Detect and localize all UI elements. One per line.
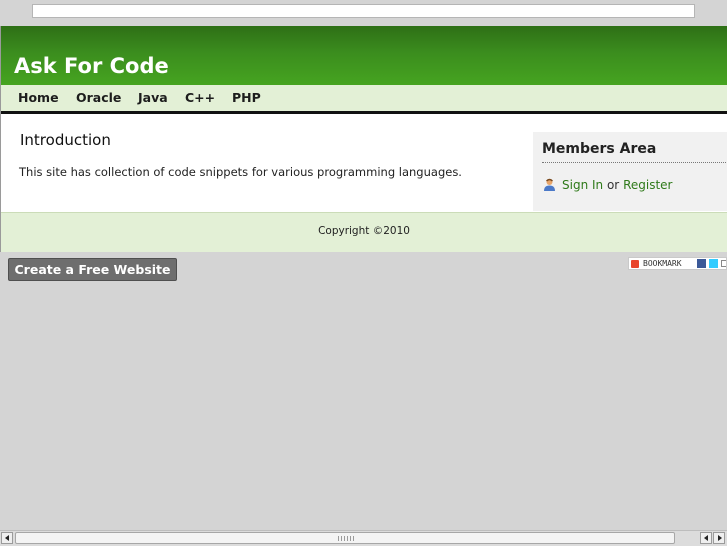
bookmark-plus-icon [631,260,639,268]
main-content: Introduction This site has collection of… [1,114,727,212]
members-divider [542,162,727,163]
grip-icon [338,536,354,541]
email-icon[interactable] [721,260,726,267]
arrow-left-icon [5,535,9,541]
user-icon [544,178,555,191]
bookmark-label: BOOKMARK [643,259,682,268]
sign-in-link[interactable]: Sign In [562,178,603,192]
facebook-icon[interactable] [697,259,706,268]
nav-item-php[interactable]: PHP [232,90,261,105]
copyright-text: Copyright ©2010 [318,225,410,237]
scrollbar-thumb[interactable] [15,532,675,544]
arrow-right-icon [718,535,722,541]
bookmark-widget[interactable]: BOOKMARK [628,257,727,270]
horizontal-scrollbar[interactable] [0,530,727,546]
top-input-field[interactable] [32,4,695,18]
intro-text: This site has collection of code snippet… [19,165,462,179]
create-free-website-button[interactable]: Create a Free Website [8,258,177,281]
scroll-right-button[interactable] [713,532,725,544]
register-link[interactable]: Register [623,178,672,192]
arrow-left-icon-secondary [704,535,708,541]
site-footer: Copyright ©2010 [1,212,727,252]
nav-item-home[interactable]: Home [18,90,59,105]
intro-title: Introduction [20,131,111,149]
top-bar [0,0,727,26]
scroll-left-button-secondary[interactable] [700,532,712,544]
scroll-left-button[interactable] [1,532,13,544]
or-text: or [606,178,620,192]
members-area: Members Area Sign In or Register [533,132,727,211]
site-header: Ask For Code [1,26,727,85]
members-links: Sign In or Register [543,178,672,192]
members-title: Members Area [542,141,657,157]
nav-item-oracle[interactable]: Oracle [76,90,121,105]
nav-item-java[interactable]: Java [138,90,168,105]
twitter-icon[interactable] [709,259,718,268]
site-frame: Ask For Code Home Oracle Java C++ PHP In… [0,26,727,252]
nav-item-cpp[interactable]: C++ [185,90,215,105]
main-nav: Home Oracle Java C++ PHP [1,85,727,114]
site-title: Ask For Code [14,54,169,78]
